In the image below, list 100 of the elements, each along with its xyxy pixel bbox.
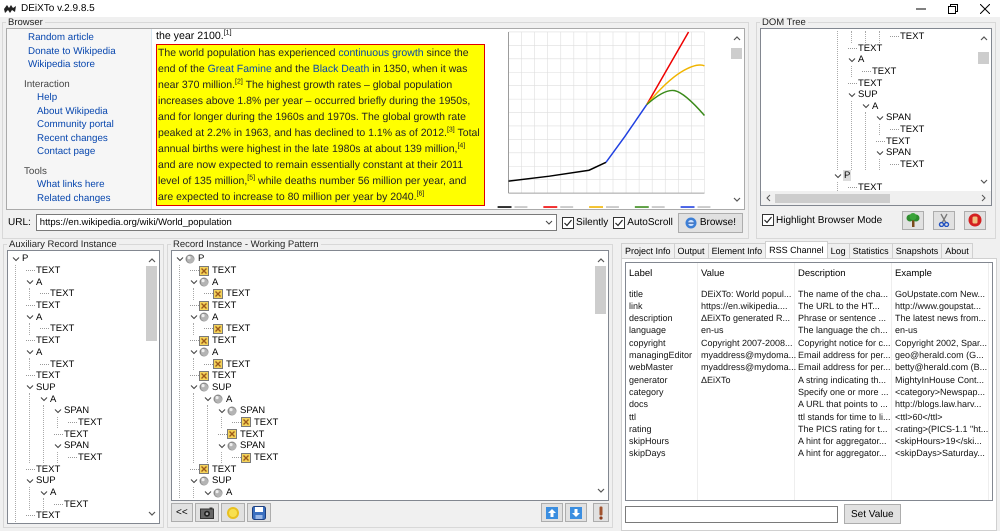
tree-node[interactable]: TEXT xyxy=(49,323,76,334)
scroll-down-icon[interactable] xyxy=(980,179,988,185)
stop-button[interactable] xyxy=(964,210,986,230)
chevron-icon[interactable] xyxy=(218,406,226,415)
tree-node[interactable]: TEXT xyxy=(253,416,280,428)
chevron-icon[interactable] xyxy=(54,406,62,415)
chevron-icon[interactable] xyxy=(190,313,198,322)
sidebar-link[interactable]: Wikipedia store xyxy=(28,59,95,70)
url-input[interactable]: https://en.wikipedia.org/wiki/World_population xyxy=(40,217,546,228)
tree-node[interactable]: SUP xyxy=(211,382,233,393)
scroll-up-icon[interactable] xyxy=(148,257,156,263)
chevron-icon[interactable] xyxy=(12,254,20,263)
tree-node[interactable]: SPAN xyxy=(63,440,90,452)
value-field[interactable] xyxy=(625,506,838,522)
scroll-up-icon[interactable] xyxy=(980,35,988,41)
cut-button[interactable] xyxy=(933,210,955,230)
tree-node[interactable]: SUP xyxy=(857,89,879,100)
sidebar-link[interactable]: Related changes xyxy=(37,192,111,204)
checkbox[interactable]: AutoScroll xyxy=(613,216,673,228)
tree-node[interactable]: TEXT xyxy=(49,288,76,300)
chevron-icon[interactable] xyxy=(848,56,856,64)
tab[interactable]: Log xyxy=(826,243,850,258)
tree-node[interactable]: A xyxy=(35,276,44,288)
tree-node[interactable]: A xyxy=(225,394,234,405)
chevron-icon[interactable] xyxy=(176,254,184,263)
tree-node[interactable]: TEXT xyxy=(77,452,104,464)
scroll-left-icon[interactable] xyxy=(765,194,771,202)
tree-node[interactable]: TEXT xyxy=(35,335,62,346)
scroll-thumb[interactable] xyxy=(978,52,989,64)
chevron-icon[interactable] xyxy=(876,148,884,157)
tree-node[interactable]: TEXT xyxy=(857,182,884,191)
tree-node[interactable]: TEXT xyxy=(211,370,238,382)
checkbox-icon[interactable] xyxy=(562,216,574,228)
tree-node[interactable]: A xyxy=(225,487,234,498)
tree-node[interactable]: TEXT xyxy=(35,370,62,382)
article-link[interactable]: Great Famine xyxy=(208,63,272,75)
chevron-icon[interactable] xyxy=(190,348,198,356)
tab[interactable]: Output xyxy=(674,243,709,258)
tree-node[interactable]: TEXT xyxy=(885,136,912,147)
tree-node[interactable]: A xyxy=(49,487,58,498)
chevron-icon[interactable] xyxy=(862,102,870,110)
tree-node[interactable]: SUP xyxy=(35,382,57,393)
tree-node[interactable]: SPAN xyxy=(885,112,912,124)
url-field[interactable]: https://en.wikipedia.org/wiki/World_population xyxy=(36,214,558,231)
tree-node[interactable]: A xyxy=(211,276,220,288)
scroll-down-icon[interactable] xyxy=(596,488,604,494)
scroll-down-icon[interactable] xyxy=(732,197,740,203)
tree-node[interactable]: TEXT xyxy=(211,464,238,475)
scroll-right-icon[interactable] xyxy=(981,194,987,202)
chevron-icon[interactable] xyxy=(26,348,34,356)
tree-node[interactable]: A xyxy=(35,346,44,358)
scroll-up-icon[interactable] xyxy=(596,257,604,263)
sidebar-link[interactable]: Contact page xyxy=(37,146,96,157)
chevron-icon[interactable] xyxy=(204,395,212,404)
checkbox-icon[interactable] xyxy=(613,216,626,228)
chevron-icon[interactable] xyxy=(26,313,34,322)
chevron-icon[interactable] xyxy=(218,442,226,450)
chevron-icon[interactable] xyxy=(204,488,212,497)
chevron-icon[interactable] xyxy=(40,488,48,497)
column-header[interactable]: Value xyxy=(698,263,795,287)
checkbox[interactable]: Silently xyxy=(562,216,608,228)
checkbox[interactable]: Highlight Browser Mode xyxy=(762,214,882,226)
column-header[interactable]: Description xyxy=(795,263,892,287)
chevron-icon[interactable] xyxy=(190,383,198,392)
tree-node[interactable]: SPAN xyxy=(885,147,912,158)
tree-node[interactable]: TEXT xyxy=(225,288,252,300)
chevron-icon[interactable] xyxy=(190,278,198,286)
sidebar-link[interactable]: Recent changes xyxy=(37,132,108,144)
tree-node[interactable]: SPAN xyxy=(239,405,266,416)
article-link[interactable]: Black Death xyxy=(312,63,370,75)
tree-node[interactable]: TEXT xyxy=(49,358,76,370)
column-header[interactable]: Label xyxy=(626,263,698,287)
scroll-thumb[interactable] xyxy=(146,266,157,341)
close-icon[interactable] xyxy=(980,4,990,14)
browse-button[interactable]: Browse! xyxy=(678,212,743,232)
tree-node[interactable]: A xyxy=(871,100,880,112)
tree-node[interactable]: TEXT xyxy=(899,124,926,136)
tree-node[interactable]: TEXT xyxy=(35,464,62,475)
tree-node[interactable]: TEXT xyxy=(871,66,898,78)
column-header[interactable]: Example xyxy=(892,263,989,287)
sidebar-link[interactable]: Help xyxy=(37,92,58,103)
tree-node[interactable]: TEXT xyxy=(35,265,62,276)
move-down-button[interactable] xyxy=(565,503,587,522)
article-link[interactable]: continuous growth xyxy=(338,47,424,59)
tree-node[interactable]: TEXT xyxy=(253,452,280,464)
tree-node[interactable]: A xyxy=(35,312,44,323)
checkbox-icon[interactable] xyxy=(762,214,774,226)
tree-node[interactable]: TEXT xyxy=(899,31,926,42)
back-button[interactable]: << xyxy=(171,503,193,522)
dropdown-icon[interactable] xyxy=(545,220,554,226)
chevron-icon[interactable] xyxy=(26,278,34,286)
tree-node[interactable]: A xyxy=(211,312,220,323)
tree-node[interactable]: P xyxy=(843,170,852,182)
tree-node[interactable]: TEXT xyxy=(35,300,62,312)
tab[interactable]: About xyxy=(941,243,973,258)
chevron-icon[interactable] xyxy=(40,395,48,404)
tree-node[interactable]: TEXT xyxy=(857,78,884,89)
snapshot-button[interactable] xyxy=(194,503,219,522)
save-button[interactable] xyxy=(246,503,271,522)
scroll-up-icon[interactable] xyxy=(732,35,740,41)
